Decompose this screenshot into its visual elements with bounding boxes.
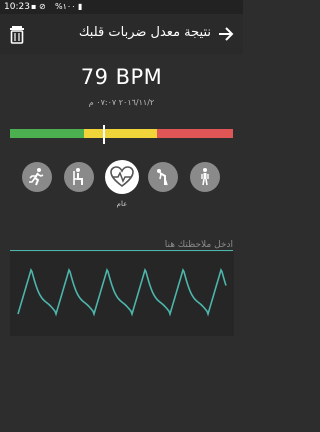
standing-icon bbox=[201, 168, 209, 186]
waveform-line bbox=[17, 268, 227, 317]
selected-activity-label: عام bbox=[116, 200, 128, 208]
app-bar: نتيجة معدل ضربات قلبك bbox=[0, 14, 243, 54]
status-bar: 10:23 ▪ ⊘ %١٠٠ ▮ bbox=[0, 0, 243, 14]
arrow-forward-icon[interactable] bbox=[217, 24, 235, 44]
activity-running-button[interactable] bbox=[22, 162, 52, 192]
battery-indicator: %١٠٠ ▮ bbox=[55, 2, 83, 11]
sitting-icon bbox=[73, 168, 83, 185]
trash-icon[interactable] bbox=[8, 24, 26, 44]
activity-general-button[interactable] bbox=[105, 160, 139, 194]
measurement-datetime: ٢٠١٦/١١/٢ ٠٧:٠٧ م bbox=[88, 98, 155, 107]
activity-selector bbox=[22, 160, 221, 196]
bending-icon bbox=[157, 169, 168, 186]
note-field bbox=[10, 232, 233, 254]
activity-sitting-button[interactable] bbox=[64, 162, 94, 192]
range-marker bbox=[102, 125, 105, 144]
heart-pulse-icon bbox=[110, 166, 134, 188]
range-segment-high bbox=[157, 129, 233, 138]
status-icons: ▪ ⊘ bbox=[31, 2, 46, 11]
status-time: 10:23 bbox=[4, 2, 30, 12]
range-segment-elevated bbox=[83, 129, 158, 138]
running-icon bbox=[29, 168, 44, 186]
pulse-waveform bbox=[10, 252, 234, 336]
bpm-value: 79 BPM bbox=[80, 65, 163, 89]
pulse-waveform-graph bbox=[17, 268, 227, 317]
heart-rate-range-bar bbox=[10, 129, 233, 138]
activity-standing-button[interactable] bbox=[190, 162, 220, 192]
range-segment-normal bbox=[10, 129, 84, 138]
page-title: نتيجة معدل ضربات قلبك bbox=[78, 25, 211, 40]
activity-bending-button[interactable] bbox=[148, 162, 178, 192]
